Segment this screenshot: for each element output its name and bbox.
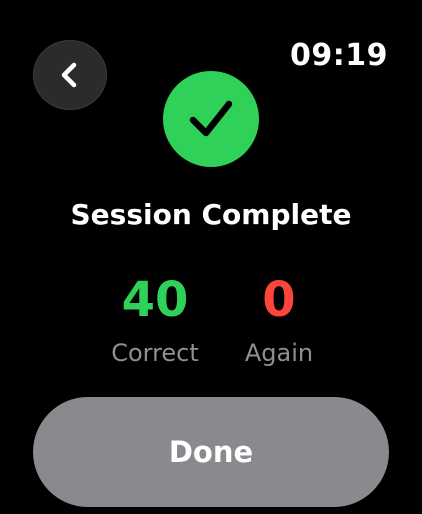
correct-stat: 40 Correct — [90, 268, 220, 368]
session-complete-screen: 09:19 Session Complete 40 Correct 0 Agai… — [0, 0, 422, 514]
success-badge — [163, 71, 259, 167]
done-button[interactable]: Done — [33, 397, 389, 507]
correct-count: 40 — [121, 272, 189, 328]
checkmark-icon — [189, 100, 233, 137]
again-label: Again — [244, 339, 314, 367]
session-stats: 40 Correct 0 Again — [0, 268, 422, 378]
page-title: Session Complete — [70, 198, 352, 231]
clock-time: 09:19 — [290, 38, 388, 73]
chevron-left-icon — [61, 62, 77, 88]
again-count: 0 — [262, 272, 296, 328]
correct-label: Correct — [111, 339, 199, 367]
again-stat: 0 Again — [214, 268, 344, 368]
back-button[interactable] — [33, 40, 107, 110]
